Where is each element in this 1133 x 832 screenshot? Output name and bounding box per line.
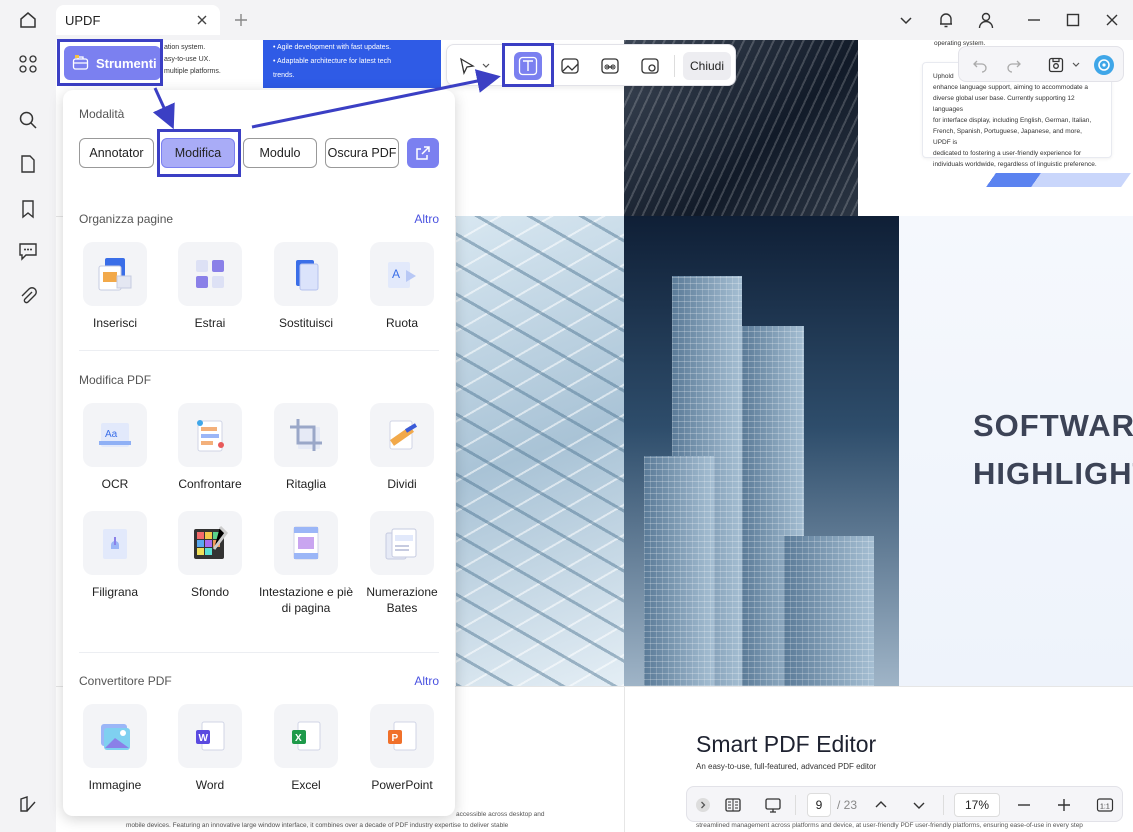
annotation-arrows [152, 69, 501, 130]
status-bar: 9 / 23 17% 1:1 [686, 786, 1123, 822]
presentation-icon[interactable] [763, 795, 783, 815]
chevron-up-icon[interactable] [871, 795, 891, 815]
zoom-level-input[interactable]: 17% [954, 793, 1000, 817]
page-total: / 23 [837, 798, 858, 812]
actual-size-icon[interactable]: 1:1 [1095, 795, 1115, 815]
zoom-in-icon[interactable] [1054, 795, 1074, 815]
page-layout-icon[interactable] [723, 795, 743, 815]
chevron-right-icon[interactable] [693, 795, 713, 815]
chevron-down-icon[interactable] [909, 795, 929, 815]
page-number-input[interactable]: 9 [807, 793, 831, 817]
zoom-out-icon[interactable] [1014, 795, 1034, 815]
svg-text:1:1: 1:1 [1100, 804, 1110, 811]
